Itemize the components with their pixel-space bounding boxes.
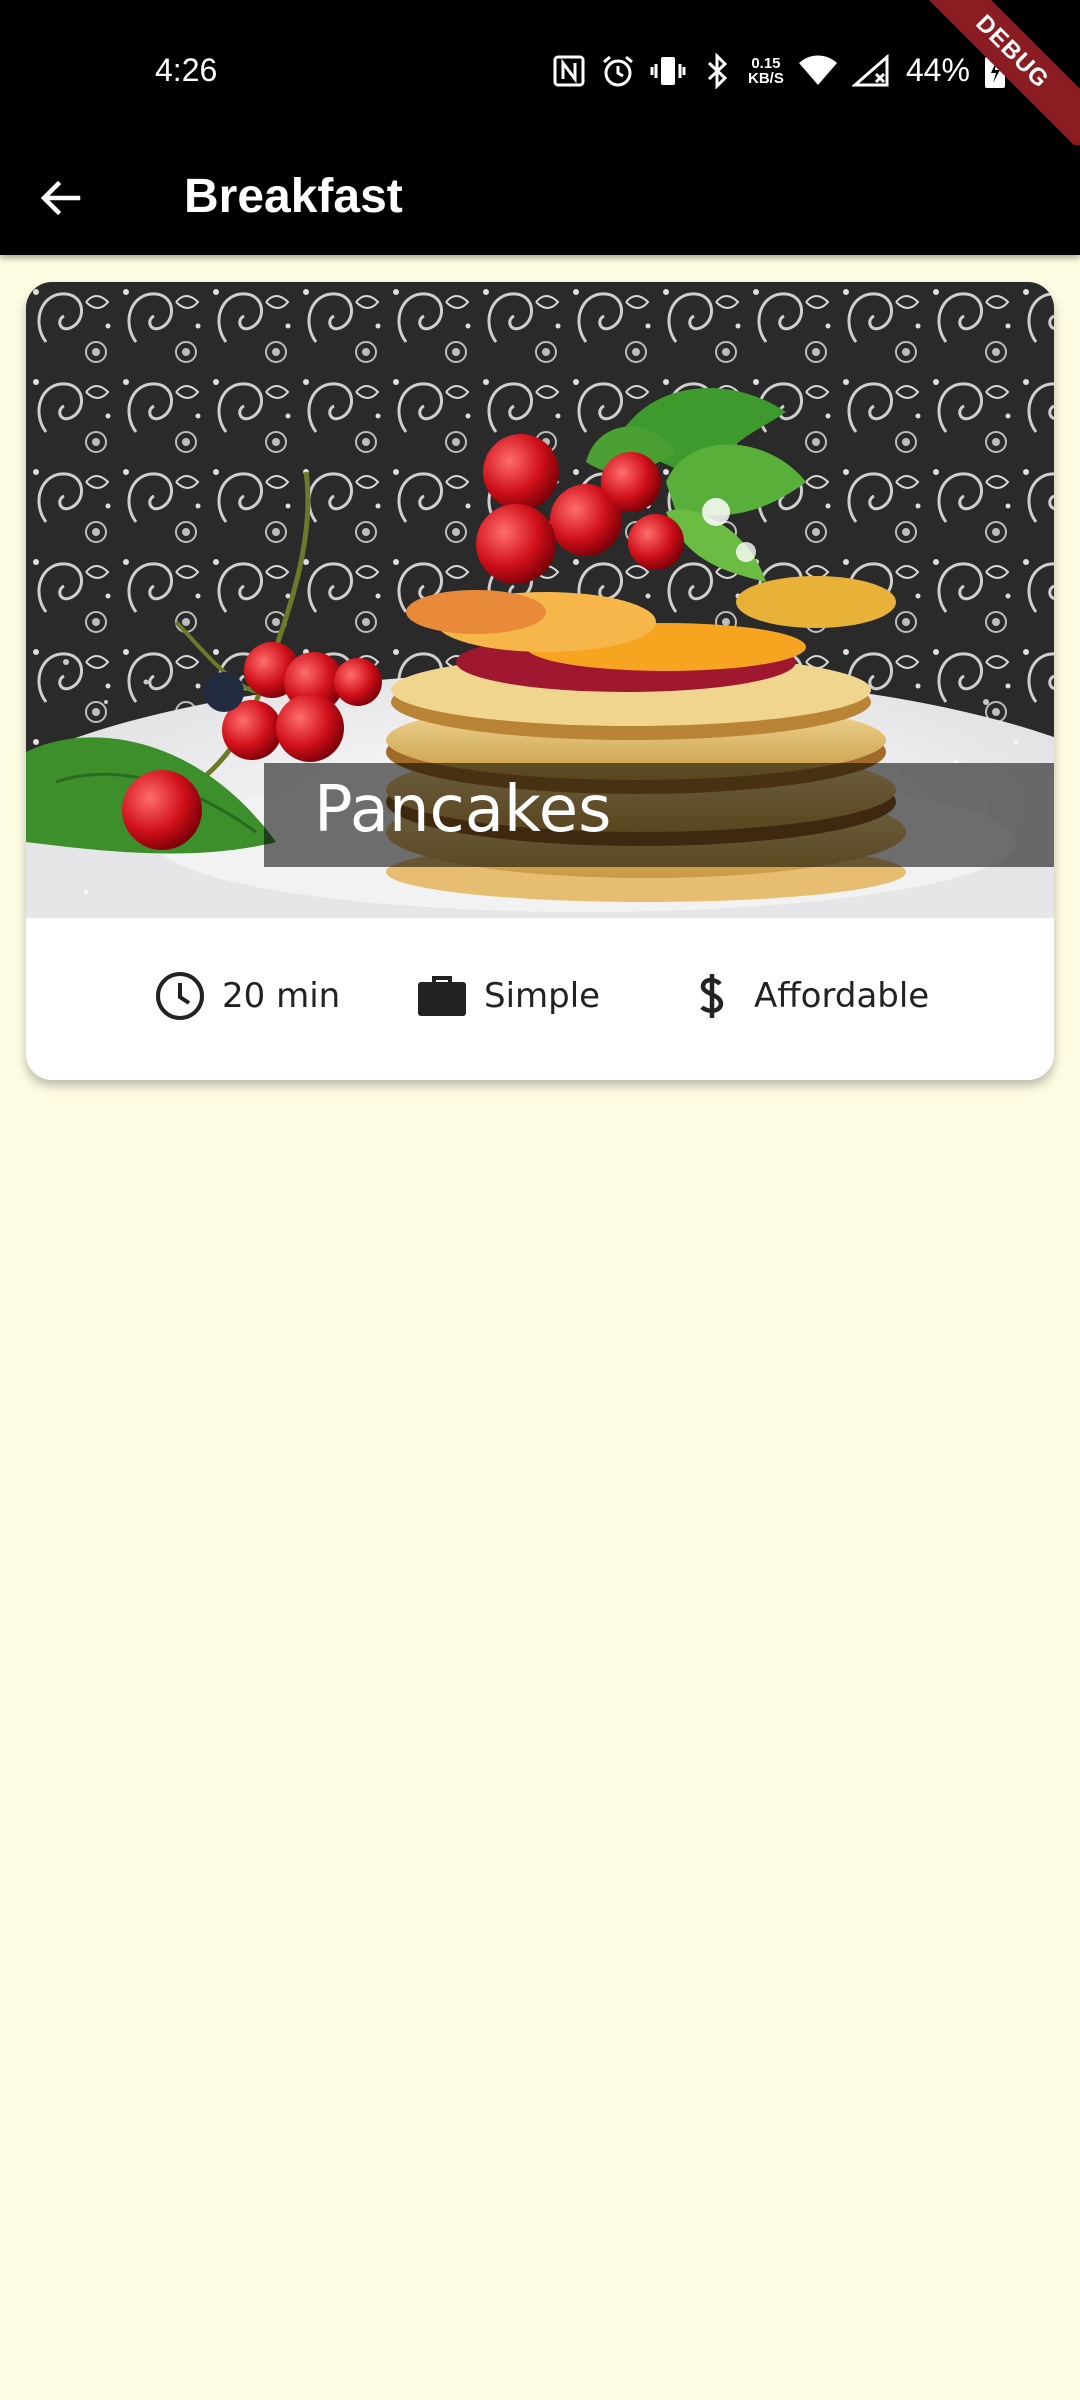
duration-text: 20 min bbox=[222, 976, 341, 1016]
back-button[interactable] bbox=[30, 170, 90, 230]
recipe-meta-row: 20 min Simple Affordable bbox=[26, 918, 1054, 1080]
recipe-title: Pancakes bbox=[314, 773, 612, 847]
arrow-back-icon bbox=[38, 176, 82, 224]
complexity-text: Simple bbox=[484, 976, 601, 1016]
battery-percent: 44% bbox=[905, 52, 970, 88]
dollar-icon bbox=[684, 968, 740, 1024]
wifi-icon bbox=[798, 54, 838, 88]
bluetooth-icon bbox=[700, 52, 734, 89]
briefcase-icon bbox=[414, 968, 470, 1024]
status-time: 4:26 bbox=[155, 52, 218, 88]
page-title: Breakfast bbox=[184, 170, 403, 223]
duration-item: 20 min bbox=[152, 968, 340, 1024]
recipe-image: Pancakes bbox=[26, 282, 1054, 918]
speed-unit: KB/S bbox=[748, 69, 784, 87]
affordability-item: Affordable bbox=[684, 968, 929, 1024]
status-bar: 4:26 0.15 KB/S 44% DEBUG bbox=[0, 0, 1080, 160]
affordability-text: Affordable bbox=[754, 976, 930, 1016]
network-speed: 0.15 KB/S bbox=[748, 56, 784, 86]
signal-icon bbox=[851, 53, 890, 88]
alarm-icon bbox=[600, 53, 636, 89]
nfc-icon bbox=[552, 54, 586, 88]
status-icons: 0.15 KB/S 44% bbox=[552, 52, 1006, 89]
recipe-card[interactable]: Pancakes 20 min Simple Affordable bbox=[26, 282, 1054, 1080]
vibrate-icon bbox=[650, 53, 686, 89]
complexity-item: Simple bbox=[414, 968, 600, 1024]
speed-value: 0.15 bbox=[751, 54, 781, 72]
recipe-title-overlay: Pancakes bbox=[264, 763, 1054, 867]
app-bar: Breakfast bbox=[0, 145, 1080, 255]
clock-icon bbox=[152, 968, 208, 1024]
